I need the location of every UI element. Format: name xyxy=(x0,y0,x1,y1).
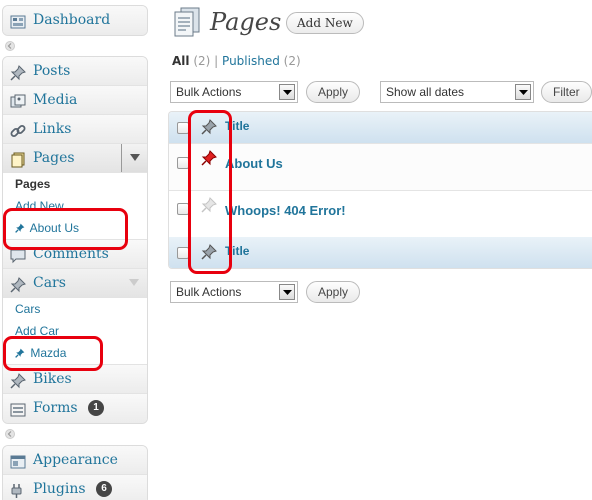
expand-arrow-icon[interactable] xyxy=(121,144,147,172)
row-title-link[interactable]: Whoops! 404 Error! xyxy=(225,203,346,218)
menu-item-plugins[interactable]: Plugins 6 xyxy=(3,475,147,500)
plugin-icon xyxy=(10,481,26,498)
filter-published-count: (2) xyxy=(283,54,301,68)
dropdown-arrow-icon[interactable] xyxy=(515,84,531,100)
menu-item-links[interactable]: Links xyxy=(3,115,147,144)
forms-icon xyxy=(10,400,26,417)
dropdown-arrow-icon[interactable] xyxy=(279,284,295,300)
table-header: Title xyxy=(169,112,592,143)
pages-header-icon xyxy=(172,6,202,41)
menu-item-media[interactable]: Media xyxy=(3,86,147,115)
pushpin-icon xyxy=(10,63,26,81)
filter-separator: | xyxy=(214,54,219,68)
collapse-arrow-icon[interactable] xyxy=(4,41,16,51)
annotation-highlight-pins xyxy=(188,110,232,274)
annotation-highlight-about-us xyxy=(3,208,128,250)
menu-label: Plugins xyxy=(33,481,86,497)
date-filter-select[interactable]: Show all dates xyxy=(380,81,534,103)
pushpin-icon xyxy=(10,275,26,293)
pages-icon xyxy=(10,150,26,168)
collapse-arrow-icon[interactable] xyxy=(4,429,16,439)
menu-item-pages[interactable]: Pages xyxy=(3,144,147,173)
add-new-button[interactable]: Add New xyxy=(286,12,364,34)
table-footer: Title xyxy=(169,237,592,268)
table-row: About Us xyxy=(169,143,592,190)
annotation-highlight-mazda xyxy=(3,336,103,371)
media-icon xyxy=(10,92,26,108)
page-title: Pages xyxy=(210,8,282,36)
select-value: Bulk Actions xyxy=(176,285,242,299)
menu-item-forms[interactable]: Forms 1 xyxy=(3,394,147,423)
menu-item-dashboard[interactable]: Dashboard xyxy=(3,6,147,35)
submenu-item-pages[interactable]: Pages xyxy=(3,173,147,195)
table-row: Whoops! 404 Error! xyxy=(169,190,592,237)
menu-label: Forms xyxy=(33,400,78,416)
dropdown-arrow-icon[interactable] xyxy=(279,84,295,100)
menu-item-appearance[interactable]: Appearance xyxy=(3,446,147,475)
row-title-link[interactable]: About Us xyxy=(225,156,283,171)
menu-label: Pages xyxy=(33,150,75,166)
appearance-icon xyxy=(10,452,26,469)
menu-item-cars[interactable]: Cars xyxy=(3,269,147,298)
menu-group-dashboard: Dashboard xyxy=(2,5,148,36)
menu-label: Links xyxy=(33,121,72,137)
filter-button[interactable]: Filter xyxy=(541,81,592,103)
select-value: Bulk Actions xyxy=(176,85,242,99)
menu-label: Media xyxy=(33,92,78,108)
menu-label: Bikes xyxy=(33,371,72,387)
bulk-actions-select-top[interactable]: Bulk Actions xyxy=(170,81,298,103)
filter-all-count: (2) xyxy=(193,54,211,68)
menu-label: Appearance xyxy=(33,452,118,468)
submenu-item-cars[interactable]: Cars xyxy=(3,298,147,320)
bulk-actions-select-bottom[interactable]: Bulk Actions xyxy=(170,281,298,303)
apply-button-top[interactable]: Apply xyxy=(306,81,361,103)
menu-label: Dashboard xyxy=(33,12,111,28)
expand-arrow-icon[interactable] xyxy=(121,269,147,297)
menu-item-posts[interactable]: Posts xyxy=(3,57,147,86)
link-chain-icon xyxy=(10,121,26,137)
dashboard-icon xyxy=(10,12,26,29)
select-value: Show all dates xyxy=(386,85,465,99)
filter-published[interactable]: Published xyxy=(222,54,280,68)
apply-button-bottom[interactable]: Apply xyxy=(306,281,361,303)
count-badge: 1 xyxy=(87,400,104,416)
count-badge: 6 xyxy=(96,481,113,497)
filter-all[interactable]: All xyxy=(172,54,190,68)
menu-label: Posts xyxy=(33,63,71,79)
status-filters: All (2) | Published (2) xyxy=(172,54,301,68)
pushpin-icon xyxy=(10,371,26,389)
menu-label: Cars xyxy=(33,275,66,291)
menu-group-appearance: Appearance Plugins 6 xyxy=(2,445,148,500)
